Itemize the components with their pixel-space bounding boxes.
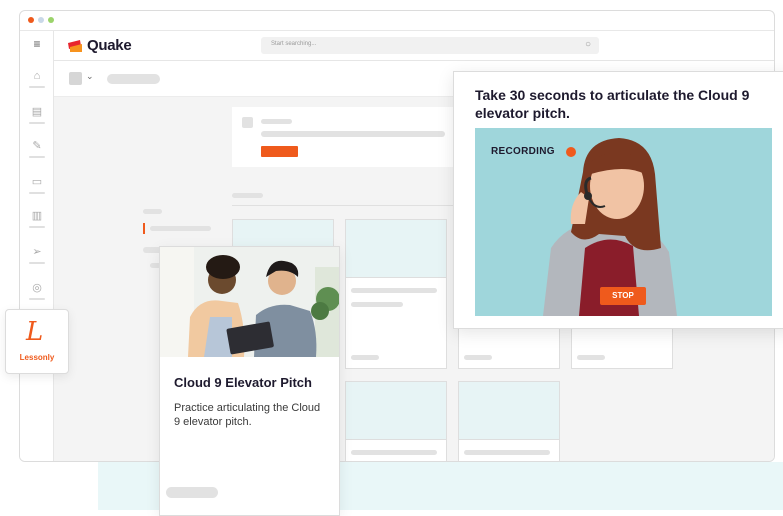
sidebar-divider — [29, 156, 45, 158]
maximize-window-button[interactable] — [48, 17, 54, 23]
lesson-photo — [160, 247, 339, 357]
card-thumbnail — [459, 382, 559, 440]
sidebar: ≡ ⌂ ▤ ✎ ▭ ▥ ➢ ◎ — [20, 31, 54, 461]
placeholder-line — [351, 288, 437, 293]
hamburger-menu-icon[interactable]: ≡ — [30, 37, 44, 51]
box-icon[interactable]: ▭ — [30, 175, 44, 189]
section-label-placeholder — [232, 193, 263, 198]
active-filter-indicator — [143, 223, 145, 234]
recording-prompt: Take 30 seconds to articulate the Cloud … — [475, 87, 750, 121]
recording-status: RECORDING — [491, 146, 555, 157]
content-card[interactable] — [458, 381, 560, 461]
lessonly-label: Lessonly — [19, 353, 55, 362]
placeholder-line — [261, 119, 292, 124]
video-preview: RECORDING STOP — [475, 128, 772, 316]
document-icon[interactable]: ▤ — [30, 105, 44, 119]
content-card[interactable] — [345, 381, 447, 461]
placeholder-line — [464, 450, 550, 455]
close-window-button[interactable] — [28, 17, 34, 23]
lesson-card[interactable]: Cloud 9 Elevator Pitch Practice articula… — [159, 246, 340, 516]
sidebar-divider — [29, 86, 45, 88]
breadcrumb-placeholder — [107, 74, 160, 84]
content-card[interactable] — [345, 219, 447, 369]
sidebar-divider — [29, 192, 45, 194]
recording-indicator-icon — [566, 147, 576, 157]
placeholder-line — [351, 302, 403, 307]
lesson-title: Cloud 9 Elevator Pitch — [174, 375, 312, 390]
view-toggle-icon[interactable] — [69, 72, 82, 85]
lessonly-badge: L Lessonly — [5, 309, 69, 374]
placeholder-line — [261, 131, 445, 137]
sidebar-divider — [29, 298, 45, 300]
header-card — [232, 107, 482, 167]
home-icon[interactable]: ⌂ — [30, 69, 44, 83]
sidebar-divider — [29, 226, 45, 228]
search-placeholder: Start searching... — [271, 41, 317, 47]
orange-action-placeholder[interactable] — [261, 146, 298, 157]
window-titlebar — [20, 11, 774, 31]
bar-chart-icon[interactable]: ▥ — [30, 209, 44, 223]
section-divider — [232, 205, 482, 206]
chevron-down-icon[interactable]: ⌄ — [86, 71, 94, 82]
card-thumbnail — [346, 382, 446, 440]
chat-icon[interactable]: ◎ — [30, 281, 44, 295]
placeholder-line — [464, 355, 492, 360]
search-icon[interactable]: ○ — [585, 39, 591, 50]
card-thumbnail — [346, 220, 446, 278]
placeholder-line — [351, 450, 437, 455]
recording-panel: Take 30 seconds to articulate the Cloud … — [453, 71, 783, 329]
lessonly-logo-icon: L — [26, 317, 44, 347]
sidebar-divider — [29, 262, 45, 264]
pencil-icon[interactable]: ✎ — [30, 139, 44, 153]
sidebar-divider — [29, 122, 45, 124]
placeholder-line — [577, 355, 605, 360]
start-button-placeholder[interactable] — [166, 487, 218, 498]
top-bar: Quake Start searching... ○ — [54, 31, 774, 61]
filter-label-placeholder — [143, 209, 162, 214]
lesson-description: Practice articulating the Cloud 9 elevat… — [174, 402, 321, 428]
app-logo-text: Quake — [87, 37, 132, 54]
quake-logo-icon — [68, 40, 82, 52]
stop-button[interactable]: STOP — [600, 287, 646, 305]
minimize-window-button[interactable] — [38, 17, 44, 23]
placeholder-block — [242, 117, 253, 128]
paper-plane-icon[interactable]: ➢ — [30, 245, 44, 259]
filter-item-placeholder[interactable] — [150, 226, 211, 231]
placeholder-line — [351, 355, 379, 360]
search-input[interactable]: Start searching... ○ — [261, 37, 599, 54]
